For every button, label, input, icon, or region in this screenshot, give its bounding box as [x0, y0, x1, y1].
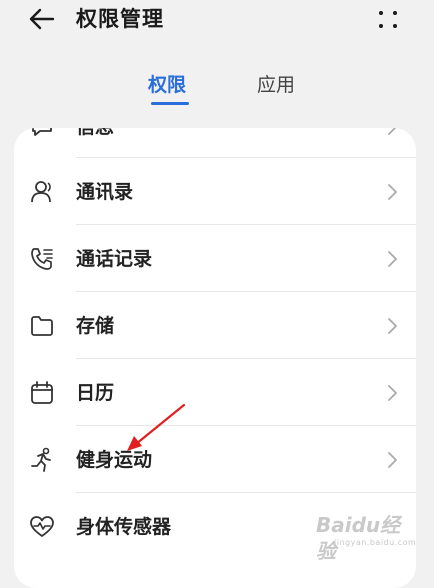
running-icon — [28, 446, 56, 474]
top-bar: 权限管理 — [0, 0, 434, 40]
permission-item-call-log[interactable]: 通话记录 — [14, 226, 416, 293]
permission-label: 存储 — [76, 315, 115, 337]
back-button[interactable] — [26, 4, 58, 34]
permission-label: 身体传感器 — [76, 516, 172, 538]
watermark: Baidu经验 jingyan.baidu.com — [296, 508, 417, 563]
call-log-icon — [28, 245, 56, 273]
permission-item-contacts[interactable]: 通讯录 — [14, 159, 416, 226]
more-options-button[interactable] — [370, 4, 406, 34]
chevron-right-icon — [388, 452, 397, 468]
chevron-right-icon — [388, 184, 397, 200]
chevron-right-icon — [388, 128, 397, 135]
heart-pulse-icon — [28, 513, 56, 541]
contacts-icon — [28, 178, 56, 206]
active-tab-indicator — [151, 102, 189, 105]
divider — [76, 291, 416, 292]
permission-label: 健身运动 — [76, 449, 153, 471]
page-title: 权限管理 — [76, 7, 164, 31]
message-icon — [28, 128, 56, 141]
permission-label: 通话记录 — [76, 248, 153, 270]
arrow-left-icon — [29, 8, 55, 30]
divider — [76, 492, 416, 493]
calendar-icon — [28, 379, 56, 407]
divider — [76, 157, 416, 158]
permission-item-fitness[interactable]: 健身运动 — [14, 427, 416, 494]
divider — [76, 358, 416, 359]
chevron-right-icon — [388, 385, 397, 401]
divider — [76, 425, 416, 426]
divider — [76, 224, 416, 225]
folder-icon — [28, 312, 56, 340]
watermark-subtext: jingyan.baidu.com — [334, 538, 417, 547]
permission-item-storage[interactable]: 存储 — [14, 293, 416, 360]
tab-bar: 权限 应用 — [0, 70, 434, 106]
permission-item-calendar[interactable]: 日历 — [14, 360, 416, 427]
chevron-right-icon — [388, 318, 397, 334]
chevron-right-icon — [388, 251, 397, 267]
permission-label: 通讯录 — [76, 181, 134, 203]
tab-permissions[interactable]: 权限 — [148, 70, 186, 100]
permission-label: 信息 — [76, 128, 114, 141]
tab-apps[interactable]: 应用 — [257, 70, 295, 100]
permission-label: 日历 — [76, 382, 115, 404]
